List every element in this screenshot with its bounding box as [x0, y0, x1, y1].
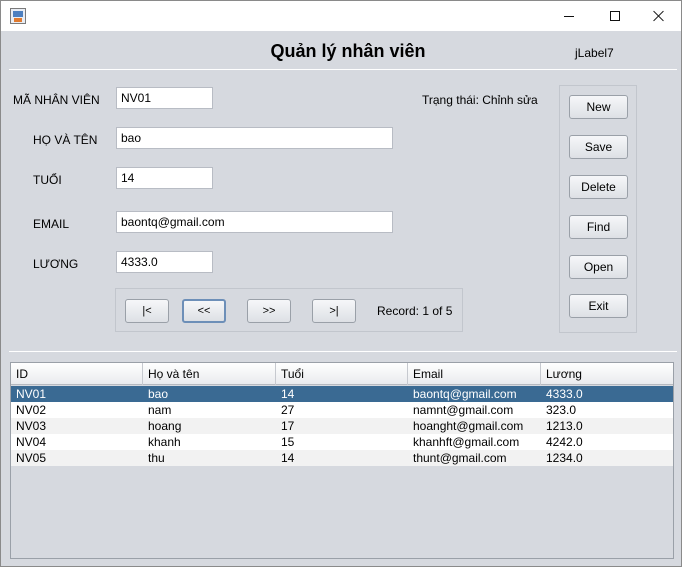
employee-id-field[interactable] — [116, 87, 213, 109]
save-button[interactable]: Save — [569, 135, 628, 159]
cell-name: hoang — [148, 419, 182, 433]
age-field[interactable] — [116, 167, 213, 189]
table-row[interactable]: NV02 nam 27 namnt@gmail.com 323.0 — [11, 402, 673, 418]
maximize-button[interactable] — [592, 1, 638, 31]
cell-email: thunt@gmail.com — [413, 451, 507, 465]
cell-id: NV04 — [16, 435, 47, 449]
cell-id: NV02 — [16, 403, 47, 417]
cell-age: 14 — [281, 387, 295, 401]
minimize-button[interactable] — [546, 1, 592, 31]
cell-email: baontq@gmail.com — [413, 387, 517, 401]
java-app-icon — [10, 8, 26, 24]
cell-name: bao — [148, 387, 169, 401]
cell-salary: 323.0 — [546, 403, 577, 417]
extra-label: jLabel7 — [575, 46, 614, 60]
table-row[interactable]: NV03 hoang 17 hoanght@gmail.com 1213.0 — [11, 418, 673, 434]
new-button[interactable]: New — [569, 95, 628, 119]
actions-panel: New Save Delete Find Open Exit — [559, 85, 637, 333]
column-header-salary[interactable]: Lương — [541, 363, 673, 385]
app-window: Quản lý nhân viên jLabel7 MÃ NHÂN VIÊN H… — [0, 0, 682, 567]
cell-salary: 4242.0 — [546, 435, 583, 449]
full-name-label: HỌ VÀ TÊN — [33, 133, 98, 147]
cell-age: 27 — [281, 403, 295, 417]
column-header-email[interactable]: Email — [408, 363, 541, 385]
maximize-icon — [610, 11, 620, 21]
close-icon — [653, 10, 665, 22]
cell-email: khanhft@gmail.com — [413, 435, 520, 449]
age-label: TUỔI — [33, 173, 62, 187]
cell-salary: 1213.0 — [546, 419, 583, 433]
table-header: ID Họ và tên Tuổi Email Lương — [11, 363, 673, 385]
employee-table[interactable]: ID Họ và tên Tuổi Email Lương NV01 bao 1… — [10, 362, 674, 559]
last-record-button[interactable]: >| — [312, 299, 356, 323]
cell-age: 17 — [281, 419, 295, 433]
record-counter: Record: 1 of 5 — [377, 304, 453, 318]
exit-button[interactable]: Exit — [569, 294, 628, 318]
open-button[interactable]: Open — [569, 255, 628, 279]
cell-id: NV03 — [16, 419, 47, 433]
email-field[interactable] — [116, 211, 393, 233]
cell-id: NV01 — [16, 387, 47, 401]
salary-field[interactable] — [116, 251, 213, 273]
find-button[interactable]: Find — [569, 215, 628, 239]
cell-salary: 4333.0 — [546, 387, 583, 401]
table-row[interactable]: NV01 bao 14 baontq@gmail.com 4333.0 — [11, 386, 673, 402]
table-row[interactable]: NV04 khanh 15 khanhft@gmail.com 4242.0 — [11, 434, 673, 450]
cell-name: nam — [148, 403, 172, 417]
email-label: EMAIL — [33, 217, 70, 231]
cell-age: 15 — [281, 435, 295, 449]
delete-button[interactable]: Delete — [569, 175, 628, 199]
minimize-icon — [564, 15, 574, 17]
cell-name: thu — [148, 451, 165, 465]
column-header-age[interactable]: Tuổi — [276, 363, 408, 385]
full-name-field[interactable] — [116, 127, 393, 149]
table-divider — [9, 351, 677, 352]
navigation-panel: |< << >> >| Record: 1 of 5 — [115, 288, 463, 332]
header-divider — [9, 69, 677, 70]
next-record-button[interactable]: >> — [247, 299, 291, 323]
cell-name: khanh — [148, 435, 181, 449]
close-button[interactable] — [636, 1, 682, 31]
previous-record-button[interactable]: << — [182, 299, 226, 323]
cell-email: namnt@gmail.com — [413, 403, 514, 417]
salary-label: LƯƠNG — [33, 257, 79, 271]
column-header-name[interactable]: Họ và tên — [143, 363, 276, 385]
status-text: Trạng thái: Chỉnh sửa — [422, 93, 538, 107]
table-row[interactable]: NV05 thu 14 thunt@gmail.com 1234.0 — [11, 450, 673, 466]
cell-id: NV05 — [16, 451, 47, 465]
column-header-id[interactable]: ID — [11, 363, 143, 385]
cell-age: 14 — [281, 451, 295, 465]
employee-id-label: MÃ NHÂN VIÊN — [13, 93, 100, 107]
first-record-button[interactable]: |< — [125, 299, 169, 323]
cell-salary: 1234.0 — [546, 451, 583, 465]
cell-email: hoanght@gmail.com — [413, 419, 524, 433]
title-bar — [1, 1, 681, 31]
